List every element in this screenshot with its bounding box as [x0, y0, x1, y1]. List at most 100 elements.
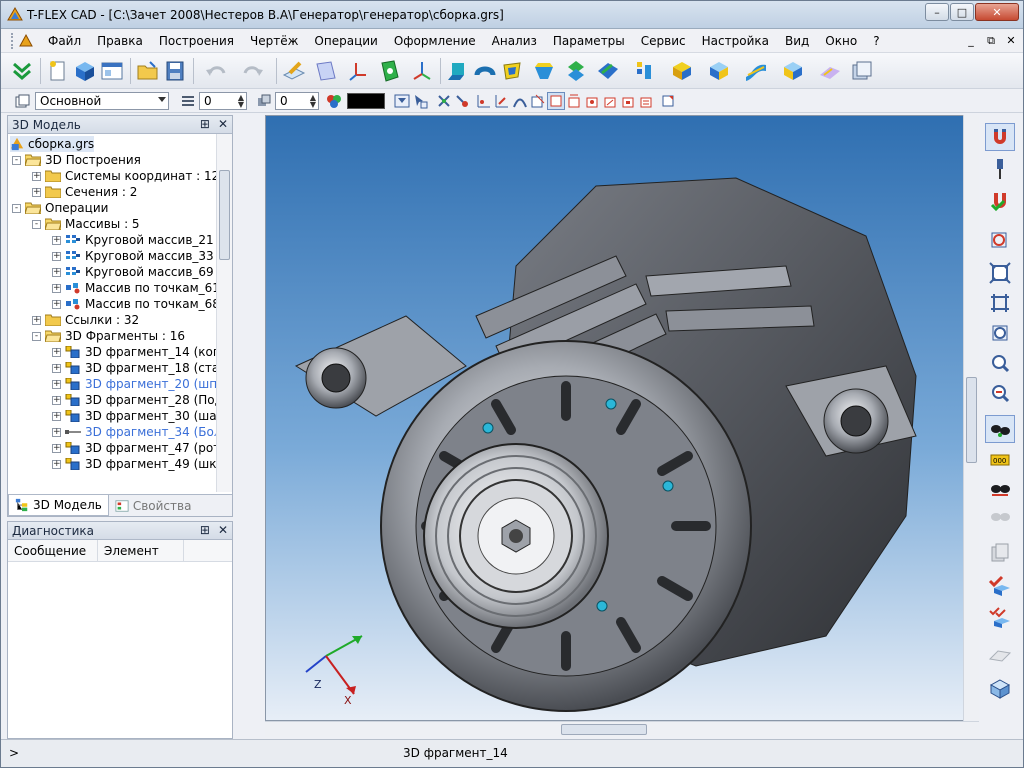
minimize-button[interactable]: –: [925, 3, 949, 21]
snap-point-icon[interactable]: [453, 92, 471, 110]
workplane-select-button[interactable]: [372, 57, 408, 85]
model-tree[interactable]: сборка.grs - 3D Построения + Системы коорди…: [8, 134, 232, 492]
tab-3d-model[interactable]: 3D Модель: [8, 495, 109, 516]
confirm-button[interactable]: [9, 57, 35, 85]
new-drawing-button[interactable]: [99, 57, 125, 85]
column-element[interactable]: Элемент: [98, 540, 184, 562]
tree-item[interactable]: +3D фрагмент_14 (копрус: [52, 344, 232, 360]
body-button[interactable]: [664, 57, 700, 85]
select-operation-2-icon[interactable]: [583, 92, 601, 110]
tree-item[interactable]: +3D фрагмент_49 (шкив1: [52, 456, 232, 472]
spin-arrows-icon[interactable]: ▲ ▼: [310, 93, 316, 108]
select-all-icon[interactable]: [659, 92, 677, 110]
title-bar[interactable]: T-FLEX CAD - [C:\Зачет 2008\Нестеров В.А…: [1, 1, 1023, 29]
tree-item[interactable]: + Ссылки : 32: [32, 312, 139, 328]
expand-icon[interactable]: +: [52, 459, 61, 469]
maximize-button[interactable]: □: [950, 3, 974, 21]
pin-point-button[interactable]: [985, 155, 1015, 183]
viewport-horizontal-scrollbar[interactable]: [265, 721, 979, 737]
panel-close-icon[interactable]: ✕: [218, 523, 228, 537]
menu-operations[interactable]: Операции: [306, 30, 385, 52]
expand-icon[interactable]: +: [32, 315, 41, 325]
menu-file[interactable]: Файл: [40, 30, 89, 52]
fillet-button[interactable]: [590, 57, 626, 85]
menu-window[interactable]: Окно: [817, 30, 865, 52]
magnet-select-button[interactable]: [985, 123, 1015, 151]
expand-icon[interactable]: +: [52, 283, 61, 293]
select-vertex-icon[interactable]: [475, 92, 493, 110]
menu-parameters[interactable]: Параметры: [545, 30, 633, 52]
zoom-out-button[interactable]: [985, 349, 1015, 377]
expand-icon[interactable]: +: [52, 443, 61, 453]
view-cube-button[interactable]: [985, 675, 1015, 703]
expand-icon[interactable]: +: [52, 267, 61, 277]
close-button[interactable]: ✕: [975, 3, 1019, 21]
new-3d-model-button[interactable]: [72, 57, 98, 85]
cube-body-button[interactable]: [775, 57, 811, 85]
color-palette-icon[interactable]: [325, 92, 343, 110]
zoom-previous-button[interactable]: [985, 379, 1015, 407]
hscroll-thumb[interactable]: [561, 724, 647, 735]
menu-construct[interactable]: Построения: [151, 30, 242, 52]
tree-item[interactable]: - Операции: [12, 200, 108, 216]
expand-icon[interactable]: +: [32, 187, 41, 197]
layer-select[interactable]: Основной: [35, 91, 169, 110]
select-operation-3-icon[interactable]: [601, 92, 619, 110]
menu-analysis[interactable]: Анализ: [484, 30, 545, 52]
shade-button[interactable]: [985, 475, 1015, 503]
tree-item[interactable]: + Сечения : 2: [32, 184, 137, 200]
boolean-button[interactable]: [563, 57, 589, 85]
hidden-lines-button[interactable]: 000: [985, 445, 1015, 473]
mdi-close-button[interactable]: ✕: [1003, 33, 1019, 49]
redo-button[interactable]: [235, 57, 271, 85]
level-stepper[interactable]: 0 ▲ ▼: [199, 91, 247, 110]
loft-button[interactable]: [499, 57, 525, 85]
expand-icon[interactable]: +: [52, 363, 61, 373]
fit-view-button[interactable]: [985, 259, 1015, 287]
sheet-metal-button[interactable]: [812, 57, 848, 85]
tree-item[interactable]: + Системы координат : 12: [32, 168, 219, 184]
section-plane-button[interactable]: [985, 641, 1015, 669]
expand-icon[interactable]: +: [52, 379, 61, 389]
array-button[interactable]: [627, 57, 663, 85]
rotation-button[interactable]: [472, 57, 498, 85]
save-button[interactable]: [162, 57, 188, 85]
menu-grip[interactable]: [11, 32, 14, 49]
select-filter-icon[interactable]: [411, 92, 429, 110]
check-cube-button[interactable]: [985, 571, 1015, 599]
collapse-icon[interactable]: -: [12, 203, 21, 213]
lcs-button[interactable]: [409, 57, 435, 85]
tab-properties[interactable]: Свойства: [109, 495, 198, 516]
filter-icon[interactable]: [393, 92, 411, 110]
tree-item[interactable]: +3D фрагмент_18 (статор: [52, 360, 232, 376]
menu-design[interactable]: Оформление: [386, 30, 484, 52]
workplane-button[interactable]: [281, 57, 307, 85]
document-icon[interactable]: [18, 33, 34, 49]
expand-icon[interactable]: +: [52, 427, 61, 437]
tree-item[interactable]: + Массив по точкам_61: [52, 280, 220, 296]
tree-item[interactable]: + Круговой массив_21: [52, 232, 214, 248]
priority-stepper[interactable]: 0 ▲ ▼: [275, 91, 319, 110]
menu-view[interactable]: Вид: [777, 30, 817, 52]
tree-item[interactable]: +3D фрагмент_30 (шайба: [52, 408, 232, 424]
tree-item[interactable]: +3D фрагмент_47 (ротор.: [52, 440, 232, 456]
collapse-icon[interactable]: -: [32, 219, 41, 229]
wireframe-button[interactable]: [985, 503, 1015, 531]
shell-button[interactable]: [701, 57, 737, 85]
tree-item[interactable]: - 3D Построения: [12, 152, 141, 168]
menu-drawing[interactable]: Чертёж: [242, 30, 306, 52]
zoom-window-button[interactable]: [985, 227, 1015, 255]
pin-icon[interactable]: ⊞: [200, 523, 210, 537]
alternator-model[interactable]: Z X: [266, 116, 979, 721]
select-operation-5-icon[interactable]: [637, 92, 655, 110]
menu-service[interactable]: Сервис: [633, 30, 694, 52]
snap-icon[interactable]: [435, 92, 453, 110]
color-swatch[interactable]: [347, 92, 385, 109]
column-message[interactable]: Сообщение: [8, 540, 98, 562]
3d-viewport[interactable]: Z X: [265, 115, 979, 721]
select-operation-icon[interactable]: [565, 92, 583, 110]
zoom-in-button[interactable]: [985, 319, 1015, 347]
plane-button[interactable]: [308, 57, 344, 85]
new-document-button[interactable]: [45, 57, 71, 85]
expand-icon[interactable]: +: [52, 347, 61, 357]
